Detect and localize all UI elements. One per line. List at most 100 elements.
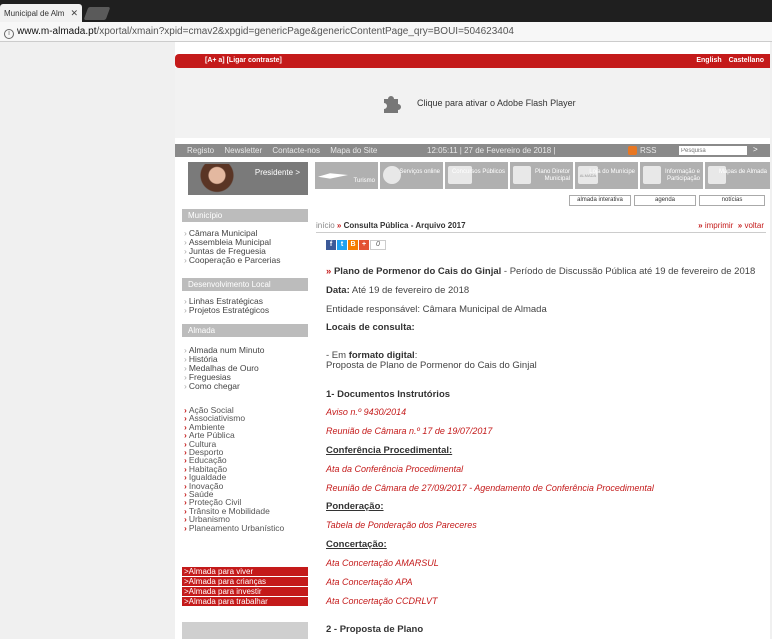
sidebar-list-municipio: Câmara Municipal Assembleia Municipal Ju… [184,229,308,265]
blogger-icon[interactable]: B [348,240,358,250]
sidebar-list-areas: Ação Social Associativismo Ambiente Arte… [184,406,308,533]
breadcrumb-separator: » [336,221,342,230]
doc-link-tabela-ponderacao[interactable]: Tabela de Ponderação dos Pareceres [326,520,766,530]
nav-link-contacte[interactable]: Contacte-nos [272,146,320,155]
breadcrumb-separator: » [698,221,703,230]
nav-link-newsletter[interactable]: Newsletter [224,146,262,155]
ponderacao-heading: Ponderação: [326,501,384,512]
doc-link-reuniao-17[interactable]: Reunião de Câmara n.º 17 de 19/07/2017 [326,426,766,436]
page-margin-left [0,42,175,639]
breadcrumb: início » Consulta Pública - Arquivo 2017… [316,221,766,233]
share-plus-icon[interactable]: + [359,240,369,250]
tab-title: Municipal de Alm [4,9,65,18]
globe-icon [383,166,401,184]
menu-label: Informação e Participação [664,169,700,182]
nav-link-registo[interactable]: Registo [187,146,214,155]
sidebar-list-desenvolvimento: Linhas Estratégicas Projetos Estratégico… [184,297,308,315]
sidebar-link-investir[interactable]: >Almada para investir [182,587,308,596]
concertacao-heading: Concertação: [326,539,387,550]
menu-label: Serviços online [399,169,440,175]
subtab-agenda[interactable]: agenda [634,195,696,206]
rss-link[interactable]: RSS [640,146,656,155]
breadcrumb-home[interactable]: início [316,221,335,230]
search-input[interactable] [679,146,747,155]
sidebar-header-desenvolvimento: Desenvolvimento Local [182,278,308,291]
section-1-heading: 1- Documentos Instrutórios [326,389,451,400]
close-icon[interactable]: ✕ [70,8,78,19]
new-tab-button[interactable] [83,7,111,20]
article-title-bold: Plano de Pormenor do Cais do Ginjal [333,266,502,277]
article-title-rest: - Período de Discussão Pública até 19 de… [501,266,756,277]
proposal-line: Proposta de Plano de Pormenor do Cais do… [326,360,537,371]
lang-english-link[interactable]: English [696,57,721,64]
menu-label: Mapas de Almada [718,169,767,175]
sidebar-header-almada: Almada [182,324,308,337]
subtab-almada-interativa[interactable]: almada interativa [569,195,631,206]
subtab-noticias[interactable]: notícias [699,195,765,206]
twitter-icon[interactable]: t [337,240,347,250]
menu-label: Turismo [353,178,375,184]
menu-label: Concursos Públicos [451,169,505,175]
menu-servicos-online[interactable]: Serviços online [380,162,443,189]
accessibility-links[interactable]: [A+ a] [Ligar contraste] [205,57,282,64]
consult-locations-heading: Locais de consulta: [326,322,415,333]
date-line: Data: Até 19 de fevereiro de 2018 [326,285,766,296]
sidebar-item[interactable]: Cooperação e Parcerias [184,256,308,265]
share-count: 0 [370,240,386,250]
menu-loja-municipe[interactable]: ALMADA Loja do Munícipe [575,162,638,189]
article-title: » Plano de Pormenor do Cais do Ginjal - … [326,266,756,277]
sidebar-header-municipio: Município [182,209,308,222]
doc-link-aviso[interactable]: Aviso n.º 9430/2014 [326,407,766,417]
conferencia-heading: Conferência Procedimental: [326,445,453,456]
section-2-heading: 2 - Proposta de Plano [326,624,424,635]
doc-link-ata-conferencia[interactable]: Ata da Conferência Procedimental [326,464,766,474]
address-bar[interactable]: i www.m-almada.pt/xportal/xmain?xpid=cmav… [0,22,772,42]
menu-informacao-participacao[interactable]: Informação e Participação [640,162,703,189]
menu-concursos-publicos[interactable]: Concursos Públicos [445,162,508,189]
doc-link-ccdrlvt[interactable]: Ata Concertação CCDRLVT [326,596,766,606]
top-accessibility-bar: [A+ a] [Ligar contraste] English Castell… [175,54,770,68]
menu-label: Loja do Munícipe [589,169,635,175]
doc-link-apa[interactable]: Ata Concertação APA [326,577,766,587]
facebook-icon[interactable]: f [326,240,336,250]
sidebar-link-trabalhar[interactable]: >Almada para trabalhar [182,597,308,606]
date-value: Até 19 de fevereiro de 2018 [349,285,470,296]
menu-label: Plano Diretor Municipal [534,169,570,182]
sidebar-area-item[interactable]: Planeamento Urbanístico [184,523,308,532]
plane-icon [318,173,348,179]
back-link[interactable]: voltar [744,221,764,230]
browser-tab[interactable]: Municipal de Alm ✕ [0,4,82,22]
sidebar-item[interactable]: Projetos Estratégicos [184,306,308,315]
rss-icon[interactable] [628,146,637,155]
info-icon[interactable]: i [4,29,14,39]
utility-nav-bar: Registo Newsletter Contacte-nos Mapa do … [175,144,770,157]
url-path: /xportal/xmain?xpid=cmav2&xpgid=genericP… [96,26,514,37]
flash-activate-text: Clique para ativar o Adobe Flash Player [417,98,576,108]
lang-castellano-link[interactable]: Castellano [729,57,764,64]
doc-link-amarsul[interactable]: Ata Concertação AMARSUL [326,558,766,568]
sidebar-list-almada: Almada num Minuto História Medalhas de O… [184,346,308,391]
president-banner[interactable]: Presidente > [188,162,308,195]
menu-turismo[interactable]: Turismo [315,162,378,189]
president-label: Presidente > [254,168,300,177]
breadcrumb-separator: » [737,221,743,230]
print-link[interactable]: imprimir [705,221,733,230]
entity-line: Entidade responsável: Câmara Municipal d… [326,304,547,315]
president-photo [200,164,234,194]
plugin-puzzle-icon [384,96,401,113]
share-bar: f t B +0 [326,240,387,252]
date-time: 12:05:11 | 27 de Fevereiro de 2018 | [427,146,556,155]
browser-tab-bar: Municipal de Alm ✕ [0,0,772,22]
menu-plano-diretor[interactable]: Plano Diretor Municipal [510,162,573,189]
doc-link-reuniao-27-09[interactable]: Reunião de Câmara de 27/09/2017 - Agenda… [326,483,766,493]
sidebar-link-criancas[interactable]: >Almada para crianças [182,577,308,586]
menu-mapas-almada[interactable]: Mapas de Almada [705,162,770,189]
search-go-button[interactable]: > [753,145,758,154]
nav-link-mapa-site[interactable]: Mapa do Site [330,146,377,155]
sidebar-bottom-block [182,622,308,639]
flash-placeholder[interactable]: Clique para ativar o Adobe Flash Player [175,68,770,138]
date-label: Data: [326,285,350,296]
sidebar-item[interactable]: Como chegar [184,382,308,391]
breadcrumb-current: Consulta Pública - Arquivo 2017 [343,221,466,230]
sidebar-link-viver[interactable]: >Almada para viver [182,567,308,576]
